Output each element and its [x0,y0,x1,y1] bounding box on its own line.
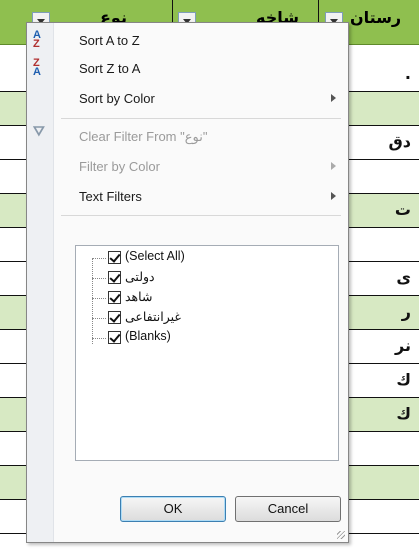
menu-item-sort-by-color[interactable]: Sort by Color [27,85,348,111]
header-city: رستان [350,8,402,27]
submenu-arrow-icon [331,162,336,170]
menu-item-sort-z-a[interactable]: ZA Sort Z to A [27,55,348,81]
option-label: شاهد [125,290,153,304]
checkbox-checked[interactable] [108,291,121,304]
menu-item-label: Text Filters [79,189,142,204]
cell: نر [395,336,411,355]
option-label: (Blanks) [125,329,171,343]
cell: ك [396,404,411,423]
option-label: غیرانتفاعی [125,310,181,324]
autofilter-menu: AZ Sort A to Z ZA Sort Z to A Sort by Co… [26,22,349,543]
checkbox-checked[interactable] [108,271,121,284]
menu-item-label: Clear Filter From "نوع" [79,129,208,144]
menu-item-label: Sort by Color [79,91,155,106]
menu-item-sort-a-z[interactable]: AZ Sort A to Z [27,27,348,53]
cell: ت [394,200,411,219]
option-label: دولتی [125,270,155,284]
cell: . [404,64,411,83]
sort-descending-icon: ZA [33,57,41,78]
option-label: (Select All) [125,249,185,263]
filter-values-list[interactable]: (Select All) دولتی شاهد غیرانتفاعی (Blan… [75,245,339,461]
menu-separator [61,215,341,216]
menu-item-label: Sort Z to A [79,61,141,76]
cell: دق [388,132,411,151]
menu-item-label: Filter by Color [79,159,160,174]
cell: ك [396,370,411,389]
ok-button[interactable]: OK [120,496,226,522]
cell: ر [401,302,411,321]
submenu-arrow-icon [331,94,336,102]
menu-item-filter-by-color: Filter by Color [27,153,348,179]
menu-item-clear-filter: ⛛ Clear Filter From "نوع" [27,123,348,149]
resize-grip-icon[interactable] [337,531,345,539]
menu-separator [61,118,341,119]
sort-ascending-icon: AZ [33,29,41,50]
checkbox-checked[interactable] [108,311,121,324]
menu-item-text-filters[interactable]: Text Filters [27,183,348,209]
checkbox-checked[interactable] [108,331,121,344]
cell: ى [396,268,411,287]
checkbox-checked[interactable] [108,251,121,264]
cancel-button[interactable]: Cancel [235,496,341,522]
menu-item-label: Sort A to Z [79,33,140,48]
submenu-arrow-icon [331,192,336,200]
clear-filter-icon: ⛛ [33,123,45,139]
